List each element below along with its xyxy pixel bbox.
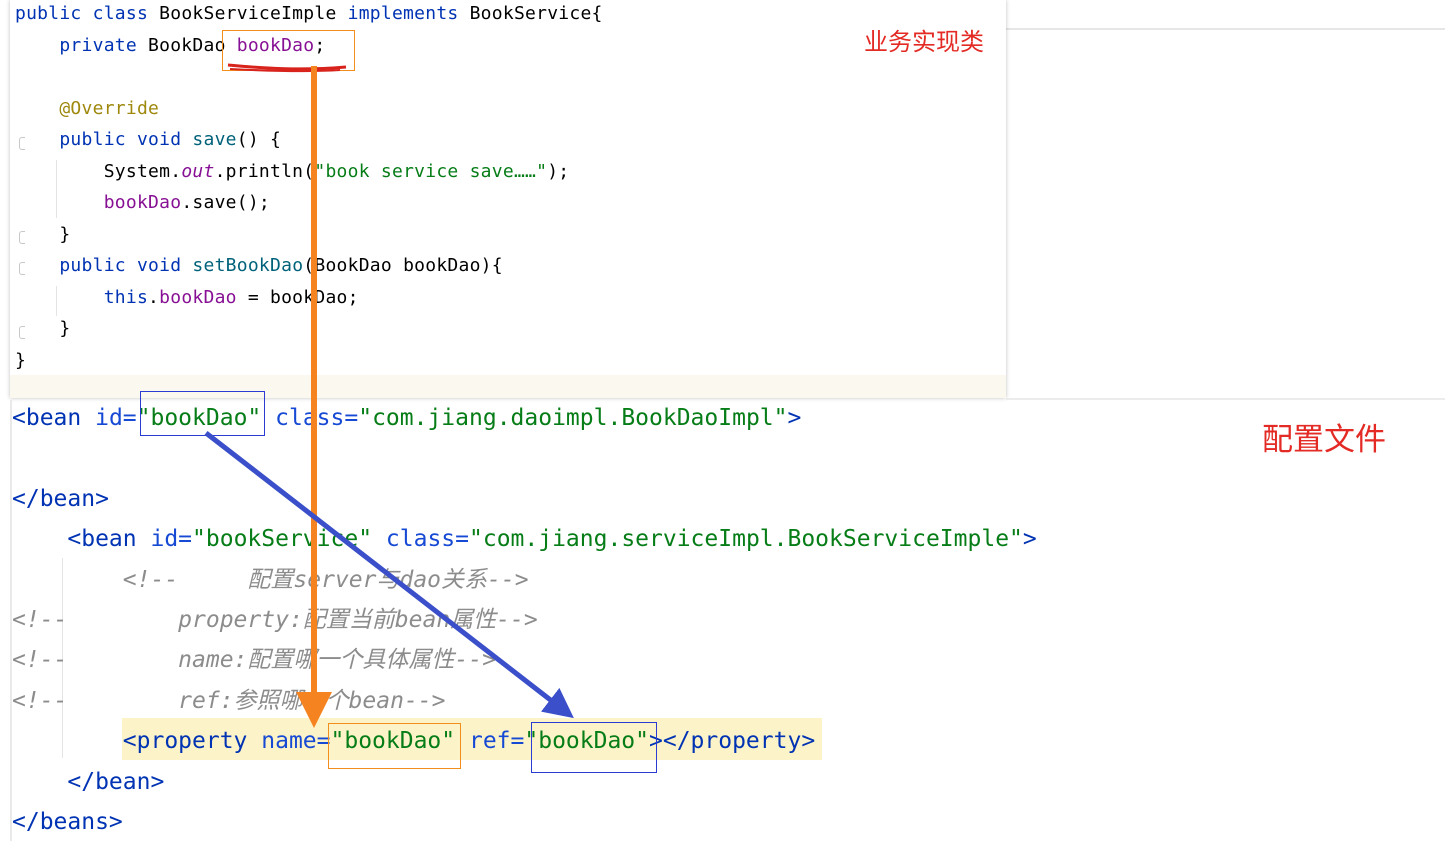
xml-token: id=: [150, 526, 193, 553]
java-token: public: [15, 3, 93, 24]
java-token: BookService{: [469, 3, 603, 24]
bean-id-box: [140, 391, 265, 436]
xml-token: <bean: [12, 526, 151, 553]
property-name-box: [328, 723, 461, 769]
java-token: implements: [347, 3, 470, 24]
java-token: () {: [236, 129, 282, 150]
java-token: .println(: [214, 160, 315, 182]
xml-token: class=: [385, 526, 469, 553]
xml-token: [372, 526, 386, 552]
property-ref-box: [531, 722, 657, 773]
java-token: bookDao: [159, 286, 237, 308]
xml-line: <bean id="bookService" class="com.jiang.…: [12, 523, 1037, 555]
xml-token: "bookService": [192, 526, 373, 553]
java-token: bookDao: [15, 192, 182, 213]
business-impl-label: 业务实现类: [864, 28, 984, 56]
java-token: public: [15, 255, 137, 276]
xml-line: <!-- ref:参照哪一个bean-->: [12, 685, 446, 717]
java-line: @Override: [15, 97, 159, 121]
xml-token: class=: [275, 405, 359, 431]
xml-line: <!-- property:配置当前bean属性-->: [12, 604, 538, 636]
java-line: this.bookDao = bookDao;: [15, 286, 359, 310]
java-token: class: [92, 3, 160, 24]
java-token: save: [192, 129, 237, 150]
java-line: System.out.println("book service save……"…: [15, 160, 569, 184]
xml-line: </beans>: [12, 806, 123, 838]
xml-token: <property: [12, 728, 262, 755]
java-line: }: [15, 317, 70, 341]
java-token: BookServiceImple: [159, 3, 348, 24]
java-token: }: [15, 318, 71, 339]
xml-token: <bean: [12, 405, 96, 431]
java-line: public void save() {: [15, 128, 281, 152]
java-token: @Override: [15, 97, 160, 119]
xml-token: >: [787, 405, 802, 431]
java-token: .save();: [181, 192, 271, 213]
xml-token: ref=: [468, 728, 525, 755]
xml-token: ></property>: [649, 728, 816, 755]
xml-line: <!-- 配置server与dao关系-->: [12, 564, 529, 596]
java-token: private: [15, 34, 149, 56]
xml-token: "com.jiang.daoimpl.BookDaoImpl": [358, 405, 788, 431]
java-token: void: [136, 255, 193, 276]
xml-token: </beans>: [12, 809, 123, 835]
java-token: System.: [15, 160, 182, 182]
divider-line: [1006, 398, 1445, 400]
config-file-label: 配置文件: [1262, 422, 1386, 458]
xml-token: "com.jiang.serviceImpl.BookServiceImple": [469, 526, 1023, 553]
java-token: = bookDao;: [236, 286, 359, 308]
java-token: .: [148, 286, 160, 308]
xml-line: <!-- name:配置哪一个具体属性-->: [12, 644, 496, 676]
java-token: public: [15, 129, 137, 150]
java-token: void: [136, 129, 193, 150]
xml-line: </bean>: [12, 766, 164, 798]
java-line: }: [15, 223, 70, 247]
java-token: (BookDao bookDao){: [303, 255, 503, 276]
background-line: [1006, 28, 1445, 30]
xml-token: </bean>: [12, 768, 165, 795]
java-line: bookDao.save();: [15, 191, 270, 215]
java-token: }: [15, 223, 71, 245]
xml-token: id=: [95, 405, 137, 431]
xml-token: <!-- name:配置哪一个具体属性-->: [12, 647, 496, 674]
java-token: "book service save……": [314, 160, 548, 182]
java-token: }: [15, 349, 27, 371]
java-token: );: [547, 160, 570, 182]
java-line: public class BookServiceImple implements…: [15, 2, 603, 26]
xml-token: >: [1022, 526, 1037, 553]
java-line: }: [15, 349, 26, 373]
xml-token: <!-- property:配置当前bean属性-->: [12, 607, 538, 633]
xml-token: <!-- ref:参照哪一个bean-->: [12, 687, 446, 714]
xml-line: </bean>: [12, 483, 109, 515]
java-token: this: [15, 286, 149, 308]
java-code-panel: public class BookServiceImple implements…: [10, 0, 1006, 398]
xml-token: name=: [261, 728, 331, 755]
xml-token: </bean>: [12, 485, 109, 512]
java-token: setBookDao: [192, 255, 304, 276]
java-token: out: [181, 160, 215, 182]
field-bookdao-box: [222, 30, 355, 71]
java-line: public void setBookDao(BookDao bookDao){: [15, 254, 503, 278]
xml-line: <bean id="bookDao" class="com.jiang.daoi…: [12, 402, 801, 434]
xml-token: <!-- 配置server与dao关系-->: [12, 566, 529, 593]
